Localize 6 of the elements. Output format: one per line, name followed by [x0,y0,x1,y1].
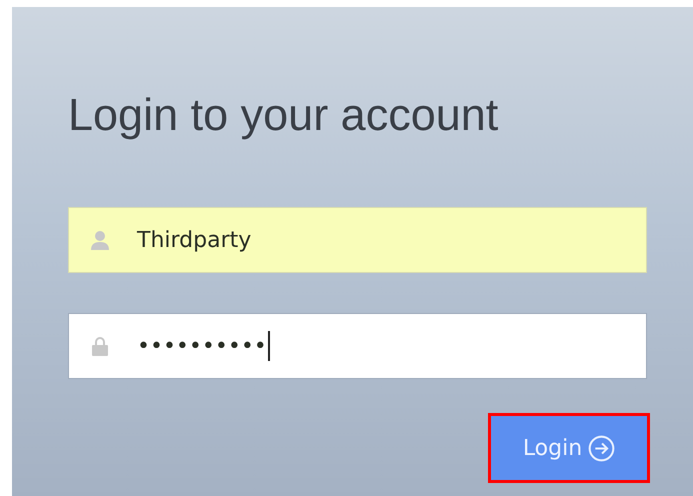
lock-icon [91,336,109,356]
user-icon [91,230,109,250]
arrow-circle-icon [588,434,616,462]
username-field[interactable]: Thirdparty [68,207,647,273]
password-field[interactable]: •••••••••• [68,313,647,379]
page-title: Login to your account [68,88,498,142]
